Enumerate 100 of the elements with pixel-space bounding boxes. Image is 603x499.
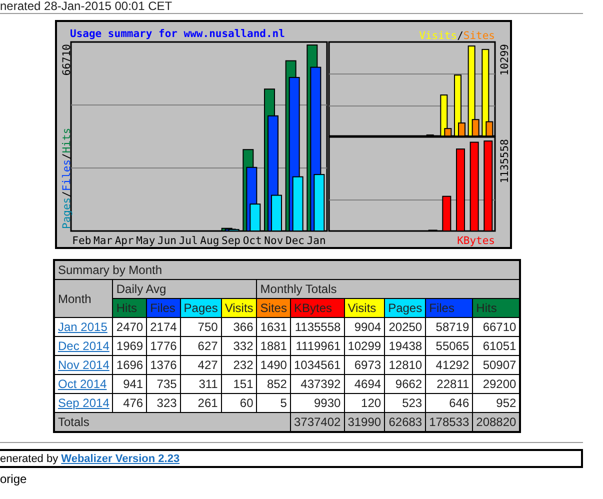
table-cell: 366 (221, 318, 257, 336)
table-cell: 427 (180, 356, 222, 374)
visits-bar (440, 94, 448, 136)
table-cell: 66710 (472, 318, 520, 336)
group-header: Daily Avg (112, 280, 257, 298)
table-cell: 646 (426, 394, 473, 412)
month-label: Dec (286, 235, 304, 247)
table-cell: 2470 (112, 318, 147, 336)
column-header: Sites (256, 298, 290, 318)
table-cell: 19438 (384, 336, 426, 356)
table-cell: 22811 (426, 374, 473, 394)
kbytes-label: KBytes (457, 235, 495, 247)
column-header: Hits (472, 298, 520, 318)
table-cell: 9904 (344, 318, 385, 336)
column-header: Files (426, 298, 473, 318)
month-label: Nov (264, 235, 284, 247)
table-cell: 41292 (426, 356, 473, 374)
sites-bar (486, 121, 494, 136)
table-cell: 627 (180, 336, 222, 356)
webalizer-link[interactable]: Webalizer Version 2.23 (61, 452, 180, 464)
sites-bar (472, 119, 480, 136)
table-cell: 941 (112, 374, 147, 394)
table-cell: 332 (221, 336, 257, 356)
kbytes-bar (442, 196, 452, 232)
pages-bar (292, 176, 304, 232)
totals-cell: 31990 (344, 412, 385, 432)
footer-text: enerated by Webalizer Version 2.23 (0, 452, 180, 464)
month-label: May (136, 235, 156, 247)
table-cell: 750 (180, 318, 222, 336)
table-cell: 1631 (256, 318, 290, 336)
table-cell: 4694 (344, 374, 385, 394)
table-cell: 10299 (344, 336, 385, 356)
table-cell: 1881 (256, 336, 290, 356)
legend-label: Visits/Sites (419, 30, 495, 42)
totals-label: Totals (54, 412, 290, 432)
month-label: Mar (94, 235, 112, 247)
group-header: Monthly Totals (256, 280, 520, 298)
table-cell: 9930 (290, 394, 344, 412)
pages-bar (228, 229, 240, 232)
table-cell: 55065 (426, 336, 473, 356)
chart-title: Usage summary for www.nusalland.nl (70, 28, 285, 40)
axis-max-label: 66710 (61, 44, 73, 76)
column-header: Visits (344, 298, 385, 318)
column-header: Pages (180, 298, 222, 318)
table-cell: 476 (112, 394, 147, 412)
sites-bar (444, 128, 452, 136)
column-header: Pages (384, 298, 426, 318)
table-cell: 323 (146, 394, 180, 412)
table-cell: 1490 (256, 356, 290, 374)
month-label: Jun (158, 235, 176, 247)
table-cell: 1696 (112, 356, 147, 374)
table-cell: 1376 (146, 356, 180, 374)
table-cell: 60 (221, 394, 257, 412)
table-cell: 12810 (384, 356, 426, 374)
table-cell: 852 (256, 374, 290, 394)
table-cell: 2174 (146, 318, 180, 336)
table-cell: 1135558 (290, 318, 344, 336)
month-label: Feb (72, 235, 92, 247)
table-cell: 261 (180, 394, 222, 412)
month-label: Oct (242, 235, 262, 247)
page-text: orige (0, 472, 28, 486)
axis-max-label: 10299 (499, 44, 511, 76)
totals-cell: 208820 (472, 412, 520, 432)
column-header: Month (54, 280, 113, 318)
axis-max-label: 1135558 (499, 139, 511, 184)
table-cell: 1776 (146, 336, 180, 356)
table-cell: 1969 (112, 336, 147, 356)
totals-cell: 62683 (384, 412, 426, 432)
table-cell: 58719 (426, 318, 473, 336)
generated-date-text: nerated 28-Jan-2015 00:01 CET (0, 0, 174, 12)
table-cell: 311 (180, 374, 222, 394)
table-cell: 151 (221, 374, 257, 394)
pages-bar (250, 204, 261, 232)
sites-bar (458, 122, 466, 136)
table-cell: 5 (256, 394, 290, 412)
month-label: Jan (306, 235, 326, 247)
totals-cell: 3737402 (290, 412, 344, 432)
table-cell: 9662 (384, 374, 426, 394)
visits-bar (454, 74, 462, 136)
month-label: Apr (114, 235, 134, 247)
table-cell: 735 (146, 374, 180, 394)
table-cell: 20250 (384, 318, 426, 336)
table-cell: 952 (472, 394, 520, 412)
column-header: KBytes (290, 298, 344, 318)
table-cell: 120 (344, 394, 385, 412)
month-label: Aug (200, 235, 220, 247)
pages-bar (271, 194, 282, 232)
table-cell: 1119961 (290, 336, 344, 356)
table-title: Summary by Month (54, 260, 520, 280)
column-header: Files (146, 298, 180, 318)
column-header: Visits (221, 298, 257, 318)
month-label: Sep (222, 235, 240, 247)
pages-bar (314, 174, 325, 232)
table-cell: 523 (384, 394, 426, 412)
table-cell: 29200 (472, 374, 520, 394)
month-label: Jul (178, 235, 198, 247)
table-cell: 1034561 (290, 356, 344, 374)
totals-cell: 178533 (426, 412, 473, 432)
table-cell: 437392 (290, 374, 344, 394)
table-cell: 232 (221, 356, 257, 374)
